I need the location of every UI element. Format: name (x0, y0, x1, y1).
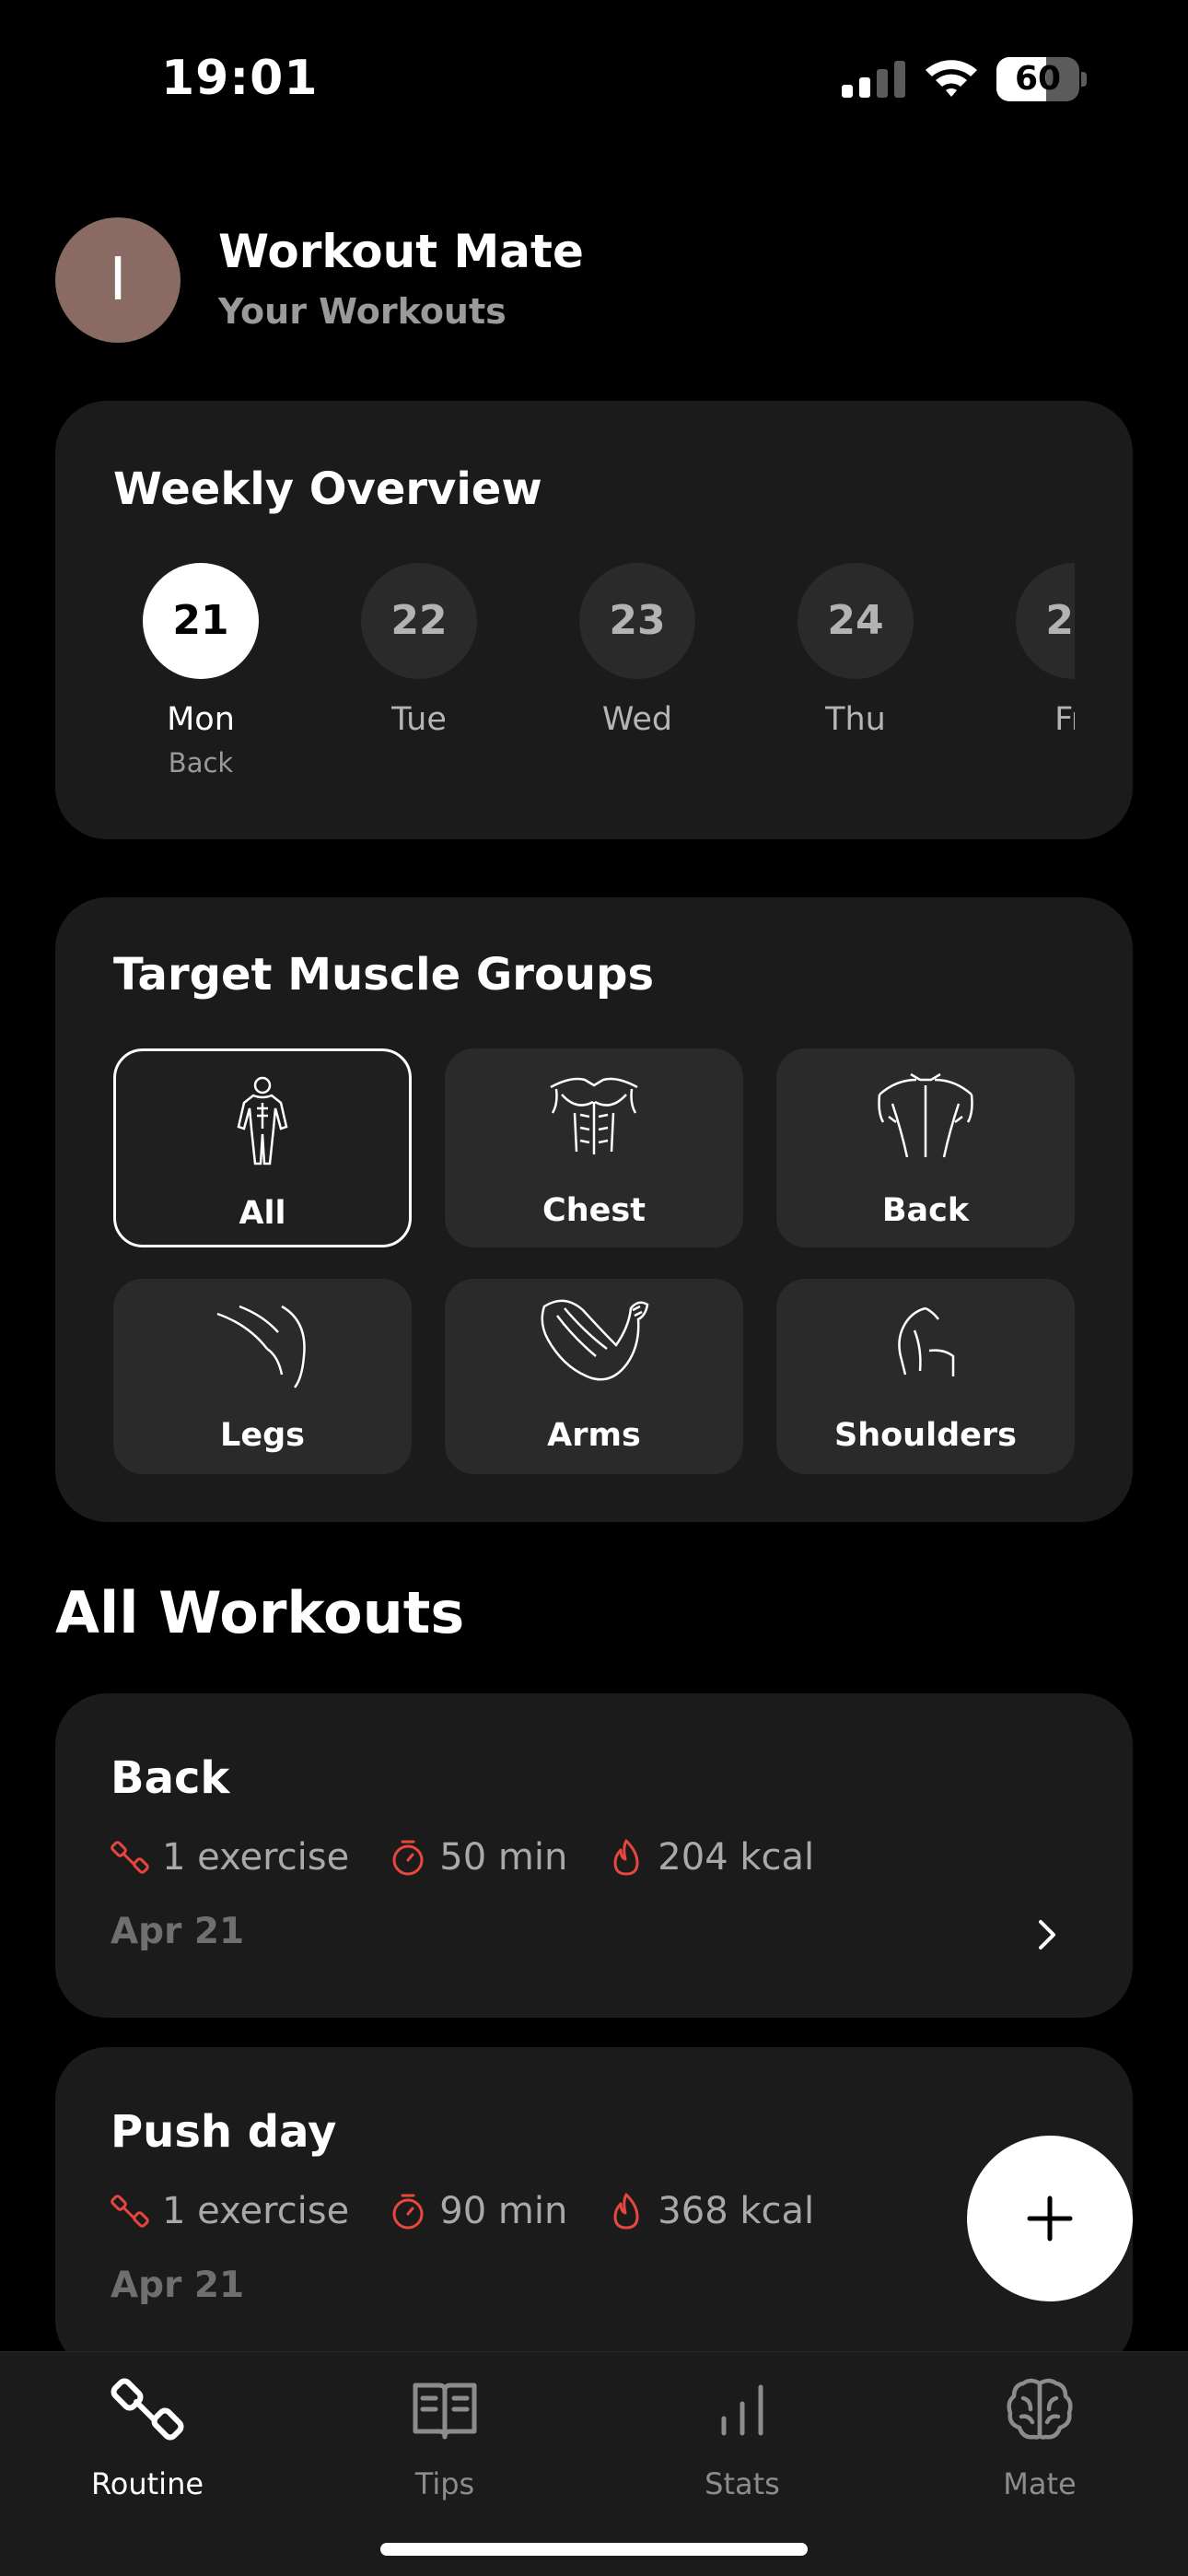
day-workout: Back (168, 747, 234, 779)
bar-chart-icon (721, 2384, 763, 2436)
arms-icon (541, 1299, 649, 1381)
back-icon (878, 1072, 973, 1158)
flame-icon (613, 2193, 639, 2230)
tab-label: Stats (705, 2466, 780, 2501)
muscle-tile-back[interactable]: Back (776, 1048, 1075, 1247)
muscle-tile-legs[interactable]: Legs (113, 1279, 412, 1474)
day-name: Tue (391, 701, 447, 738)
weekly-overview-card: Weekly Overview 21 Mon Back 22 Tue 23 We… (55, 401, 1133, 839)
muscle-label: Shoulders (834, 1417, 1017, 1454)
avatar[interactable]: I (55, 217, 181, 343)
muscle-label: Legs (220, 1417, 305, 1454)
workout-date: Apr 21 (111, 2265, 245, 2306)
status-bar: 19:01 60 (0, 0, 1188, 147)
workout-meta: 1 exercise 50 min 204 kcal (111, 1833, 853, 1881)
tab-stats[interactable]: Stats (650, 2372, 834, 2501)
muscle-tile-shoulders[interactable]: Shoulders (776, 1279, 1075, 1474)
day-name: Thu (825, 701, 886, 738)
chevron-right-icon[interactable] (1030, 1914, 1063, 1955)
muscle-groups-card: Target Muscle Groups All Chest Back Legs… (55, 897, 1133, 1522)
timer-icon (392, 1840, 424, 1876)
workout-duration: 90 min (439, 2190, 568, 2232)
timer-icon (392, 2194, 424, 2230)
day-item[interactable]: 21 Mon Back (132, 563, 270, 784)
dumbbell-icon (111, 2195, 149, 2228)
exercise-count: 1 exercise (162, 1836, 350, 1879)
day-number: 22 (361, 563, 477, 679)
day-number: 24 (798, 563, 914, 679)
all-workouts-title: All Workouts (55, 1579, 465, 1646)
day-item[interactable]: 25 Fri (1005, 563, 1075, 784)
app-title: Workout Mate (218, 225, 584, 278)
dumbbell-icon (111, 1841, 149, 1874)
workout-title: Back (111, 1752, 230, 1804)
home-indicator (380, 2543, 808, 2556)
day-item[interactable]: 24 Thu (786, 563, 925, 784)
muscle-label: Back (881, 1192, 970, 1229)
plus-icon (1027, 2195, 1073, 2242)
day-item[interactable]: 23 Wed (568, 563, 706, 784)
workout-date: Apr 21 (111, 1911, 245, 1952)
brain-icon (1007, 2378, 1073, 2440)
wifi-icon (926, 60, 977, 97)
shoulders-icon (898, 1306, 955, 1376)
days-scroller[interactable]: 21 Mon Back 22 Tue 23 Wed 24 Thu 25 F (55, 401, 1075, 839)
full-body-icon (237, 1076, 288, 1165)
day-number: 23 (579, 563, 695, 679)
flame-icon (613, 1839, 639, 1876)
battery-cap (1081, 72, 1087, 87)
book-icon (413, 2383, 477, 2440)
muscle-label: Chest (542, 1192, 646, 1229)
tab-label: Routine (90, 2466, 204, 2501)
avatar-initial: I (109, 246, 127, 314)
day-item[interactable]: 22 Tue (350, 563, 488, 784)
add-workout-button[interactable] (967, 2136, 1133, 2301)
day-name: Mon (167, 701, 235, 738)
day-name: Fri (1054, 701, 1075, 738)
screen: 19:01 60 I Workout Mate Your Workouts We… (0, 0, 1188, 2576)
status-time: 19:01 (161, 51, 319, 106)
muscle-tile-arms[interactable]: Arms (445, 1279, 743, 1474)
app-subtitle: Your Workouts (218, 291, 507, 332)
muscle-groups-title: Target Muscle Groups (113, 949, 655, 1001)
exercise-count: 1 exercise (162, 2190, 350, 2232)
muscle-label: All (239, 1195, 286, 1232)
battery-body: 60 (996, 57, 1079, 101)
chest-icon (550, 1077, 638, 1154)
battery-icon: 60 (996, 57, 1087, 101)
legs-icon (216, 1305, 306, 1388)
workout-card[interactable]: Back 1 exercise 50 min 204 kcal Apr 21 (55, 1693, 1133, 2018)
day-number: 25 (1016, 563, 1075, 679)
dumbbell-icon (111, 2378, 184, 2441)
tab-routine[interactable]: Routine (55, 2372, 239, 2501)
tab-mate[interactable]: Mate (948, 2372, 1132, 2501)
battery-level: 60 (1014, 60, 1062, 98)
workout-title: Push day (111, 2106, 337, 2158)
workout-calories: 204 kcal (658, 1836, 815, 1879)
day-number: 21 (143, 563, 259, 679)
workout-calories: 368 kcal (658, 2190, 815, 2232)
day-name: Wed (601, 701, 673, 738)
tab-label: Tips (414, 2466, 475, 2501)
workout-duration: 50 min (439, 1836, 568, 1879)
muscle-label: Arms (547, 1417, 641, 1454)
tab-tips[interactable]: Tips (353, 2372, 537, 2501)
muscle-tile-all[interactable]: All (113, 1048, 412, 1247)
workout-meta: 1 exercise 90 min 368 kcal (111, 2187, 853, 2235)
cellular-signal-icon (842, 61, 905, 98)
tab-label: Mate (1003, 2466, 1077, 2501)
muscle-tile-chest[interactable]: Chest (445, 1048, 743, 1247)
